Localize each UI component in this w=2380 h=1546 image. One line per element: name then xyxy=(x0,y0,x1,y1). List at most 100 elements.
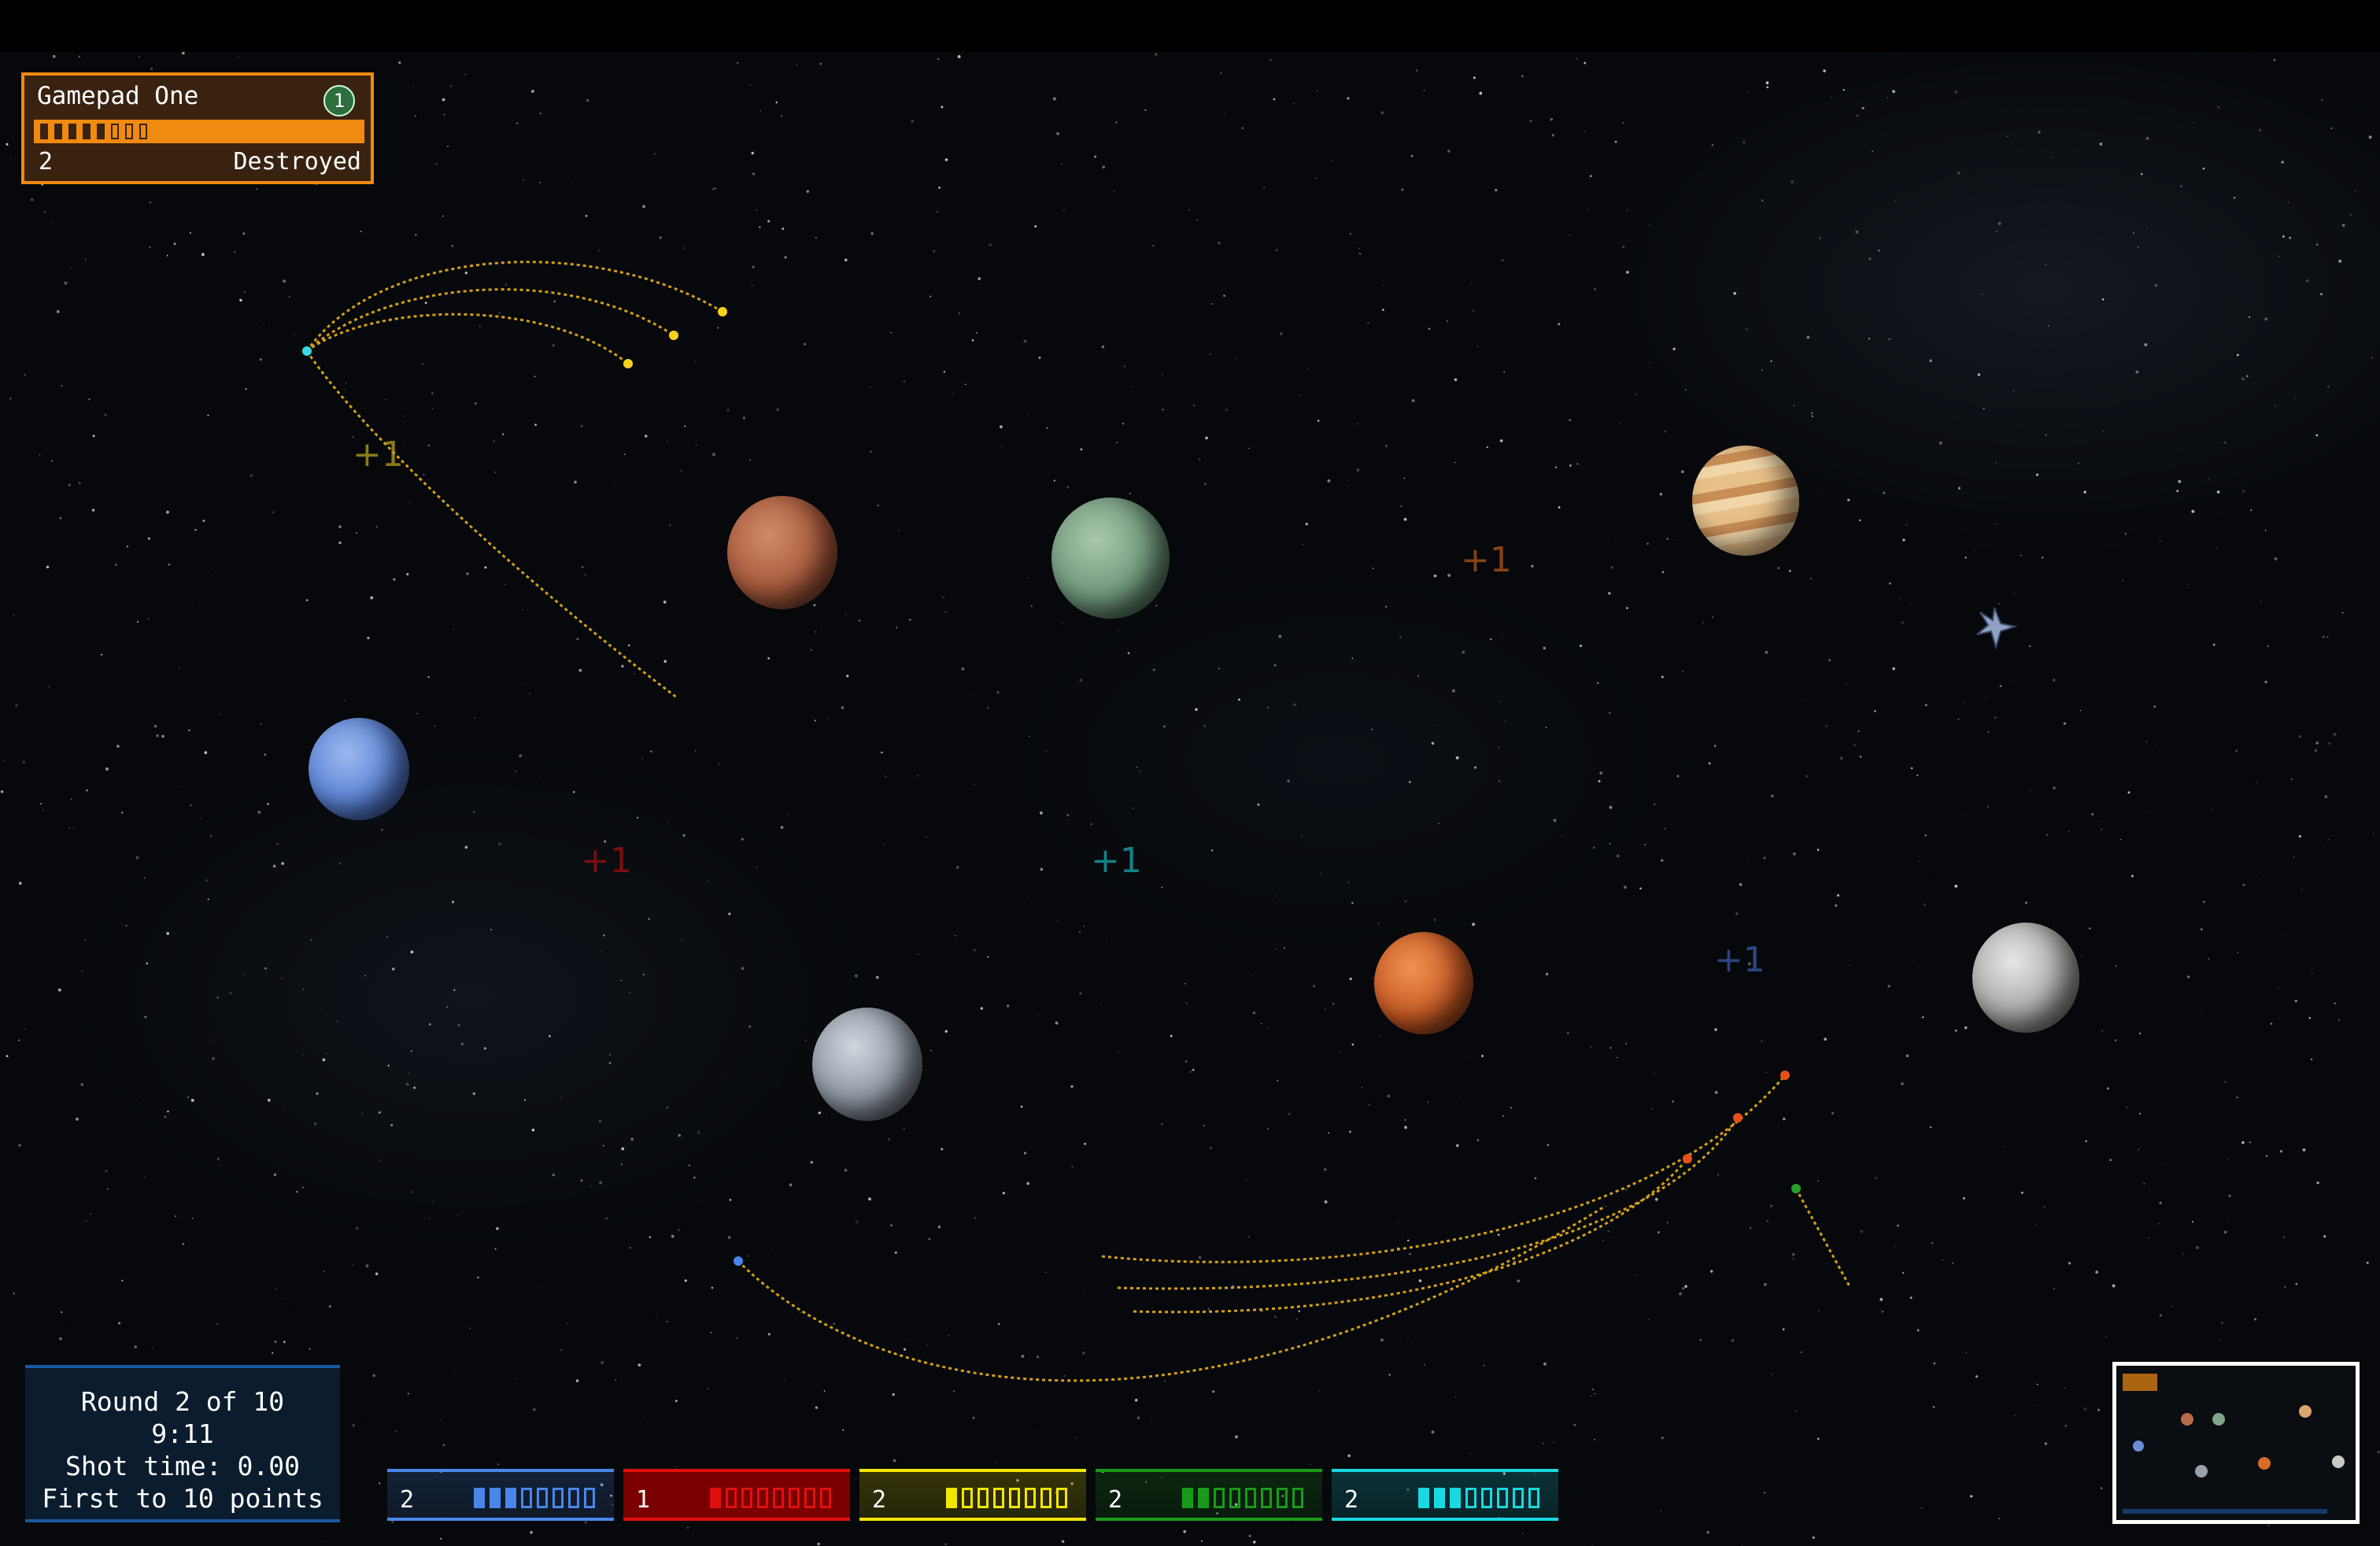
power-segment xyxy=(726,1488,737,1508)
power-segment xyxy=(993,1488,1004,1508)
projectile xyxy=(669,331,678,340)
power-segment xyxy=(505,1488,516,1508)
planet-jupiter-like xyxy=(1692,446,1799,556)
power-segment xyxy=(1056,1488,1067,1508)
power-segment xyxy=(1434,1488,1445,1508)
trajectory-path xyxy=(737,1204,1606,1382)
trajectory-path xyxy=(1794,1188,1851,1287)
projectile xyxy=(1780,1071,1790,1080)
round-goal: First to 10 points xyxy=(42,1483,323,1514)
planet-mars-like xyxy=(727,496,837,609)
power-segment xyxy=(804,1488,815,1508)
power-segment xyxy=(521,1488,532,1508)
score-popup: +1 xyxy=(581,841,632,881)
player-name: Gamepad One xyxy=(37,82,199,110)
power-segment xyxy=(1465,1488,1476,1508)
power-segment xyxy=(757,1488,768,1508)
player-power-bar xyxy=(474,1488,600,1508)
power-segment xyxy=(54,124,62,139)
projectile xyxy=(1733,1113,1743,1123)
player-score-value: 2 xyxy=(1344,1486,1359,1514)
power-segment xyxy=(1481,1488,1492,1508)
planet-gray-moon xyxy=(812,1008,922,1121)
round-info-panel: Round 2 of 10 9:11 Shot time: 0.00 First… xyxy=(25,1365,340,1522)
player-score-box: 2 xyxy=(1096,1469,1322,1521)
player-score-value: 1 xyxy=(636,1486,651,1514)
power-segment xyxy=(552,1488,564,1508)
trajectory-path xyxy=(306,313,629,365)
player-score-value: 2 xyxy=(400,1486,415,1514)
score-popup: +1 xyxy=(1091,841,1142,881)
player-score-value: 2 xyxy=(1108,1486,1123,1514)
trajectory-path xyxy=(305,288,674,353)
power-segment xyxy=(568,1488,579,1508)
power-segment xyxy=(1229,1488,1240,1508)
power-segment xyxy=(68,124,76,139)
power-segment xyxy=(820,1488,831,1508)
power-segment xyxy=(1040,1488,1051,1508)
minimap-view xyxy=(2123,1374,2345,1514)
projectile xyxy=(718,307,727,316)
round-label: Round 2 of 10 xyxy=(80,1386,285,1417)
player-score: 2 xyxy=(39,148,54,176)
player-score-box: 2 xyxy=(859,1469,1086,1521)
minimap[interactable] xyxy=(2112,1362,2360,1524)
space-background: +1 +1 +1 +1 +1 xyxy=(0,52,2380,1546)
active-player-panel: Gamepad One 1 2 Destroyed xyxy=(21,72,374,184)
score-popup: +1 xyxy=(353,435,404,475)
ship-icon xyxy=(1976,607,2018,650)
player-power-bar xyxy=(946,1488,1072,1508)
power-segment xyxy=(789,1488,800,1508)
player-power-bar xyxy=(1418,1488,1544,1508)
player-score-box: 2 xyxy=(387,1469,614,1521)
power-segment xyxy=(1182,1488,1193,1508)
trajectory-path xyxy=(1133,1158,1689,1314)
power-segment xyxy=(111,124,119,139)
power-segment xyxy=(1497,1488,1508,1508)
power-segment xyxy=(1450,1488,1461,1508)
power-bar xyxy=(34,120,364,143)
trajectory-path xyxy=(305,261,723,352)
power-segment xyxy=(710,1488,721,1508)
power-segment xyxy=(741,1488,752,1508)
projectile xyxy=(623,359,633,368)
ship-marker xyxy=(302,346,312,356)
player-score-box: 2 xyxy=(1332,1469,1558,1521)
power-segment xyxy=(1261,1488,1272,1508)
power-segment xyxy=(1292,1488,1303,1508)
power-segment xyxy=(490,1488,501,1508)
trajectory-path xyxy=(305,350,678,699)
power-segment xyxy=(773,1488,784,1508)
player-status: Destroyed xyxy=(233,148,361,176)
trajectory-path xyxy=(1101,1074,1787,1263)
power-segment xyxy=(1528,1488,1539,1508)
shot-time: Shot time: 0.00 xyxy=(65,1451,300,1481)
round-timer: 9:11 xyxy=(151,1418,214,1449)
score-popup: +1 xyxy=(1461,540,1512,580)
power-segment xyxy=(946,1488,957,1508)
power-segment xyxy=(1418,1488,1429,1508)
ship-marker xyxy=(734,1256,743,1266)
power-segment xyxy=(1198,1488,1209,1508)
power-segment xyxy=(584,1488,595,1508)
player-score-box: 1 xyxy=(623,1469,850,1521)
power-segment xyxy=(1009,1488,1020,1508)
power-segment xyxy=(1025,1488,1036,1508)
power-segment xyxy=(962,1488,973,1508)
planet-neptune-like xyxy=(309,718,409,820)
power-segment xyxy=(1277,1488,1288,1508)
power-segment xyxy=(139,124,147,139)
score-popup: +1 xyxy=(1714,940,1765,980)
planet-orange xyxy=(1374,932,1473,1034)
power-segment xyxy=(537,1488,548,1508)
player-score-value: 2 xyxy=(872,1486,887,1514)
power-segment xyxy=(125,124,133,139)
ship-marker xyxy=(1791,1184,1801,1193)
power-segment xyxy=(1513,1488,1524,1508)
power-segment xyxy=(1245,1488,1256,1508)
power-segment xyxy=(474,1488,485,1508)
player-power-bar xyxy=(1182,1488,1308,1508)
power-segment xyxy=(978,1488,989,1508)
power-segment xyxy=(97,124,105,139)
player-number-badge: 1 xyxy=(323,85,355,117)
